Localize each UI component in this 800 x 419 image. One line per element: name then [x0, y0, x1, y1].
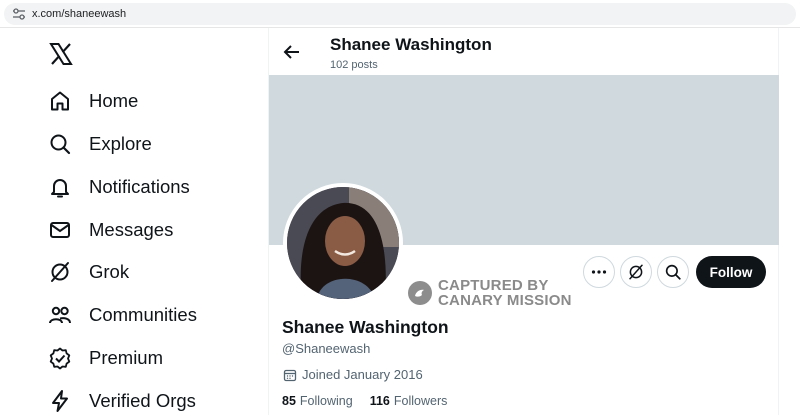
nav-item-communities[interactable]: Communities: [46, 297, 197, 333]
watermark-line-2: CANARY MISSION: [438, 292, 572, 309]
nav-item-label: Notifications: [89, 176, 190, 197]
envelope-icon: [46, 216, 74, 244]
canary-bird-icon: [408, 281, 432, 305]
follow-stats: 85 Following 116 Followers: [282, 394, 464, 408]
bell-icon: [46, 173, 74, 201]
nav-item-verified-orgs[interactable]: Verified Orgs: [46, 383, 196, 419]
home-icon: [46, 87, 74, 115]
search-profile-button[interactable]: [657, 256, 689, 288]
lightning-icon: [46, 387, 74, 415]
header-profile-name: Shanee Washington: [330, 35, 492, 54]
x-logo-icon[interactable]: [49, 42, 73, 66]
joined-date: Joined January 2016: [283, 367, 423, 382]
nav-item-premium[interactable]: Premium: [46, 340, 163, 376]
nav-item-home[interactable]: Home: [46, 83, 138, 119]
follow-button[interactable]: Follow: [696, 256, 766, 288]
watermark-line-1: CAPTURED BY: [438, 277, 549, 294]
header-post-count: 102 posts: [330, 59, 378, 71]
calendar-icon: [283, 369, 297, 381]
nav-item-label: Explore: [89, 133, 152, 154]
site-settings-icon[interactable]: [12, 7, 26, 21]
more-dots-icon: [591, 270, 607, 274]
grok-icon: [46, 258, 74, 286]
following-link[interactable]: 85 Following: [282, 394, 353, 408]
browser-address-bar: x.com/shaneewash: [0, 0, 800, 28]
profile-header-bar: Shanee Washington 102 posts: [269, 28, 779, 75]
more-options-button[interactable]: [583, 256, 615, 288]
grok-button[interactable]: [620, 256, 652, 288]
nav-item-label: Communities: [89, 304, 197, 325]
search-icon: [665, 264, 681, 280]
people-icon: [46, 301, 74, 329]
nav-item-label: Home: [89, 90, 139, 111]
joined-text: Joined January 2016: [302, 367, 423, 382]
grok-icon: [629, 264, 643, 280]
nav-item-grok[interactable]: Grok: [46, 254, 129, 290]
nav-item-label: Messages: [89, 219, 174, 240]
profile-handle: @Shaneewash: [282, 341, 371, 356]
followers-link[interactable]: 116 Followers: [370, 394, 448, 408]
search-icon: [46, 130, 74, 158]
verified-badge-icon: [46, 344, 74, 372]
nav-item-explore[interactable]: Explore: [46, 126, 152, 162]
nav-item-label: Verified Orgs: [89, 390, 196, 411]
nav-item-notifications[interactable]: Notifications: [46, 169, 190, 205]
back-arrow-icon[interactable]: [281, 41, 303, 63]
profile-name: Shanee Washington: [282, 317, 449, 337]
nav-item-messages[interactable]: Messages: [46, 212, 173, 248]
avatar[interactable]: [283, 183, 403, 303]
url-field[interactable]: x.com/shaneewash: [4, 3, 796, 25]
followers-label: Followers: [393, 394, 448, 408]
sidebar-nav: Home Explore Notifications Messages Grok…: [0, 28, 268, 415]
followers-count: 116: [369, 394, 390, 408]
captured-by-watermark: CAPTURED BY CANARY MISSION: [408, 278, 572, 308]
url-text: x.com/shaneewash: [32, 8, 127, 20]
nav-item-label: Premium: [89, 347, 164, 368]
following-label: Following: [299, 394, 353, 408]
nav-item-label: Grok: [89, 261, 130, 282]
profile-column: Shanee Washington 102 posts Follow CAPTU…: [268, 28, 779, 415]
following-count: 85: [282, 394, 296, 408]
